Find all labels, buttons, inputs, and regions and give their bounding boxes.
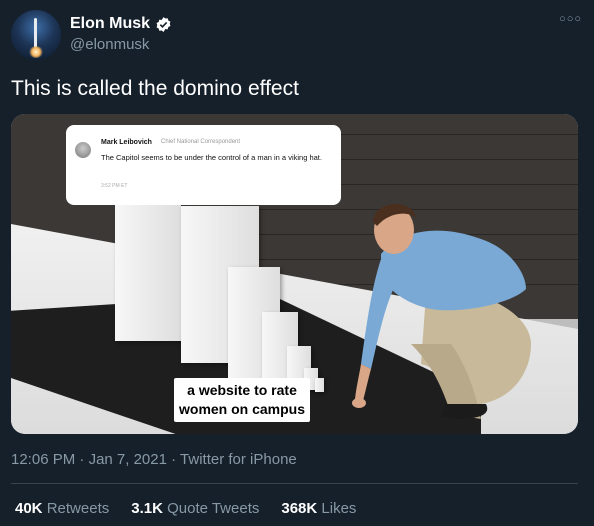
meta-separator: · xyxy=(171,451,177,468)
tweet-media[interactable]: Mark Leibovich Chief National Correspond… xyxy=(11,114,578,434)
stat-value: 3.1K xyxy=(131,500,163,517)
tweet-text: This is called the domino effect xyxy=(11,77,299,100)
stat-retweets[interactable]: 40K Retweets xyxy=(15,500,109,517)
rocket-plume-image xyxy=(29,46,43,58)
author-name-row: Elon Musk xyxy=(70,15,172,33)
caption-line-2: women on campus xyxy=(179,401,306,417)
more-options-icon[interactable]: ○○○ xyxy=(559,13,582,25)
stat-value: 40K xyxy=(15,500,43,517)
stat-likes[interactable]: 368K Likes xyxy=(281,500,356,517)
domino-caption: a website to rate women on campus xyxy=(174,378,311,422)
verified-badge-icon xyxy=(156,16,171,32)
stat-label: Retweets xyxy=(46,500,110,517)
stat-label: Likes xyxy=(321,500,357,517)
tweet-timestamp[interactable]: 12:06 PM xyxy=(11,451,75,468)
author-name[interactable]: Elon Musk xyxy=(70,15,150,33)
avatar[interactable] xyxy=(11,10,61,60)
tweet-stats: 40K Retweets 3.1K Quote Tweets 368K Like… xyxy=(15,500,356,517)
stat-quote-tweets[interactable]: 3.1K Quote Tweets xyxy=(131,500,259,517)
meta-separator: · xyxy=(79,451,85,468)
rocket-image xyxy=(34,18,37,48)
tweet-meta: 12:06 PM · Jan 7, 2021 · Twitter for iPh… xyxy=(11,451,297,468)
tweet-source[interactable]: Twitter for iPhone xyxy=(180,451,297,468)
caption-line-1: a website to rate xyxy=(187,382,297,398)
divider xyxy=(11,483,578,484)
tweet-date[interactable]: Jan 7, 2021 xyxy=(89,451,167,468)
stat-value: 368K xyxy=(281,500,318,517)
stat-label: Quote Tweets xyxy=(167,500,260,517)
author-handle[interactable]: @elonmusk xyxy=(70,36,149,53)
